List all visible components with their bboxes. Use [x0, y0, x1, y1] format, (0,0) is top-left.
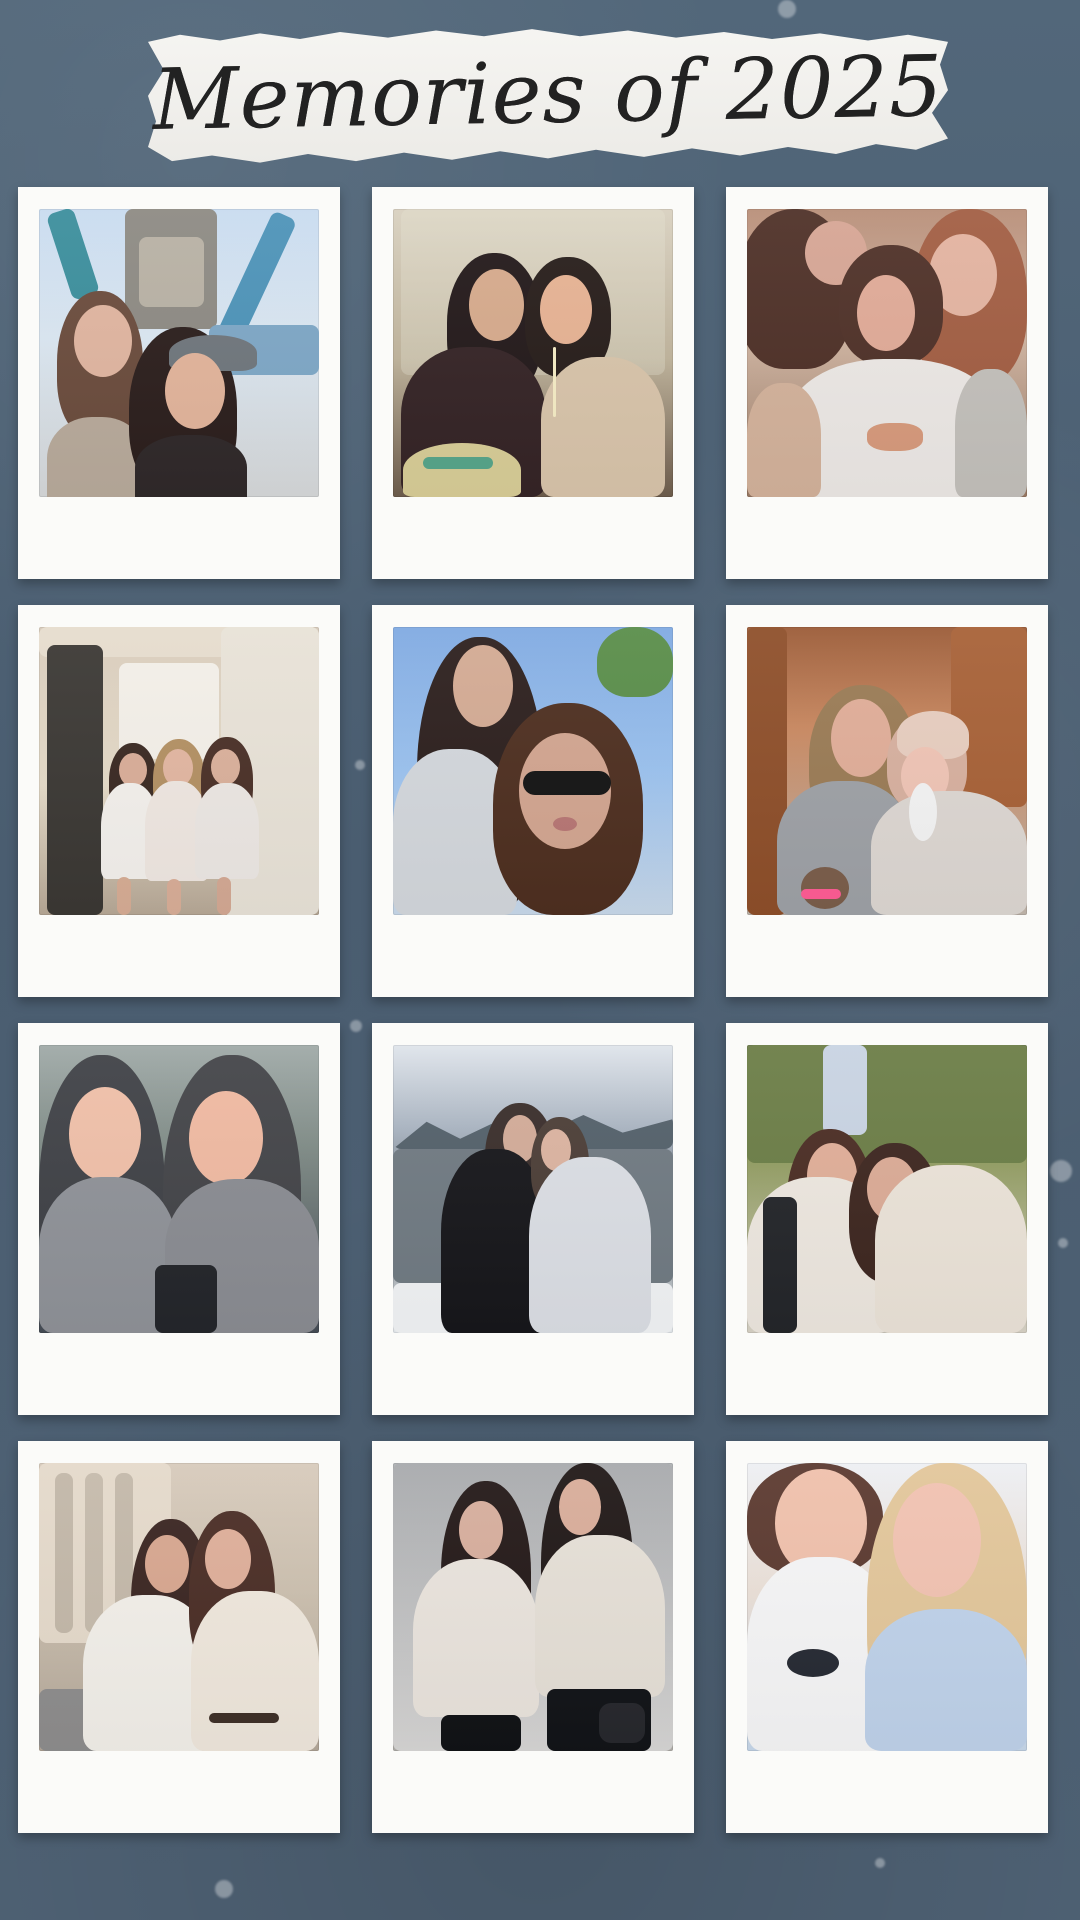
polaroid-photo-12[interactable]: [726, 1441, 1048, 1833]
photo-image: [747, 1463, 1027, 1751]
polaroid-photo-08[interactable]: [372, 1023, 694, 1415]
polaroid-photo-01[interactable]: [18, 187, 340, 579]
background-sparkle: [778, 0, 796, 18]
polaroid-photo-06[interactable]: [726, 605, 1048, 997]
polaroid-photo-09[interactable]: [726, 1023, 1048, 1415]
polaroid-photo-02[interactable]: [372, 187, 694, 579]
photo-image: [747, 1045, 1027, 1333]
polaroid-photo-04[interactable]: [18, 605, 340, 997]
background-sparkle: [215, 1880, 233, 1898]
polaroid-photo-05[interactable]: [372, 605, 694, 997]
photo-image: [393, 1463, 673, 1751]
photo-image: [39, 209, 319, 497]
background-sparkle: [875, 1858, 885, 1868]
polaroid-photo-07[interactable]: [18, 1023, 340, 1415]
background-sparkle: [1050, 1160, 1072, 1182]
page-title: Memories of 2025: [151, 37, 945, 149]
photo-image: [39, 1045, 319, 1333]
photo-image: [393, 1045, 673, 1333]
photo-image: [393, 627, 673, 915]
background-sparkle: [1058, 1238, 1068, 1248]
photo-image: [393, 209, 673, 497]
polaroid-grid: [18, 187, 1048, 1837]
polaroid-photo-03[interactable]: [726, 187, 1048, 579]
photo-image: [39, 627, 319, 915]
polaroid-photo-11[interactable]: [372, 1441, 694, 1833]
photo-image: [39, 1463, 319, 1751]
photo-image: [747, 209, 1027, 497]
photo-image: [747, 627, 1027, 915]
polaroid-photo-10[interactable]: [18, 1441, 340, 1833]
